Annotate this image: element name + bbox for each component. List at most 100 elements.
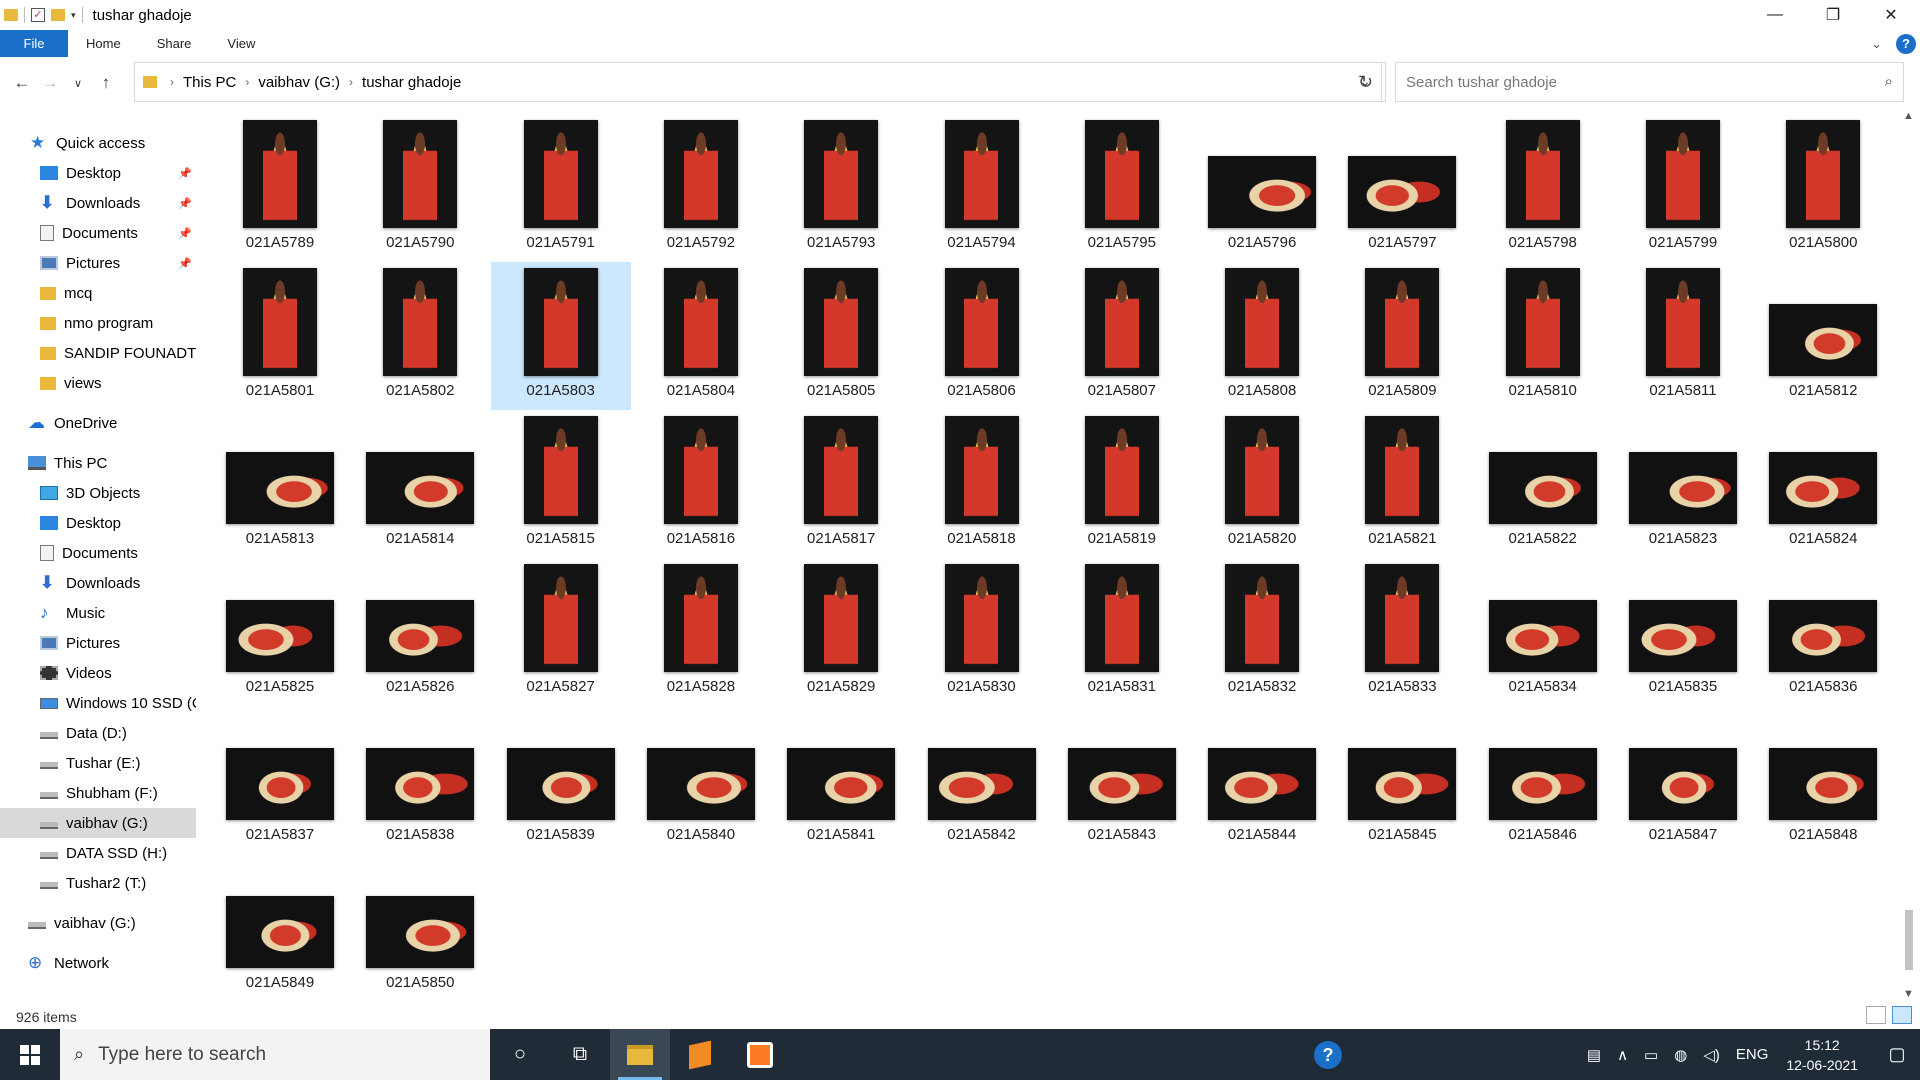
tab-view[interactable]: View [209, 30, 273, 57]
file-item[interactable]: 021A5815 [491, 410, 631, 558]
file-item[interactable]: 021A5810 [1473, 262, 1613, 410]
file-item[interactable]: 021A5809 [1332, 262, 1472, 410]
chevron-right-icon[interactable]: › [346, 75, 356, 89]
language-indicator[interactable]: ENG [1728, 1046, 1777, 1063]
file-item[interactable]: 021A5833 [1332, 558, 1472, 706]
file-item[interactable]: 021A5831 [1052, 558, 1192, 706]
file-item[interactable]: 021A5794 [912, 114, 1052, 262]
get-help-taskbar-button[interactable]: ? [1298, 1029, 1358, 1080]
file-item[interactable]: 021A5839 [491, 706, 631, 854]
file-explorer-taskbar-button[interactable] [610, 1029, 670, 1080]
chevron-right-icon[interactable]: › [242, 75, 252, 89]
sidebar-item[interactable]: Windows 10 SSD (C [0, 688, 196, 718]
file-item[interactable]: 021A5830 [912, 558, 1052, 706]
recent-locations-icon[interactable]: ∨ [64, 77, 92, 90]
tab-share[interactable]: Share [139, 30, 210, 57]
file-item[interactable]: 021A5841 [771, 706, 911, 854]
sidebar-item[interactable]: vaibhav (G:) [0, 908, 196, 938]
file-item[interactable]: 021A5792 [631, 114, 771, 262]
sidebar-item[interactable]: ⬇ Downloads [0, 568, 196, 598]
sidebar-item[interactable]: Shubham (F:) [0, 778, 196, 808]
file-item[interactable]: 021A5842 [912, 706, 1052, 854]
file-item[interactable]: 021A5790 [350, 114, 490, 262]
close-button[interactable]: ✕ [1862, 0, 1920, 30]
sidebar-item[interactable]: views [0, 368, 196, 398]
file-item[interactable]: 021A5791 [491, 114, 631, 262]
start-button[interactable] [0, 1029, 60, 1080]
file-item[interactable]: 021A5825 [210, 558, 350, 706]
file-item[interactable]: 021A5800 [1753, 114, 1893, 262]
notification-icon[interactable]: ▢ [1874, 1029, 1920, 1080]
search-input[interactable] [1406, 73, 1846, 91]
file-item[interactable]: 021A5821 [1332, 410, 1472, 558]
file-item[interactable]: 021A5818 [912, 410, 1052, 558]
sidebar-item[interactable]: Tushar (E:) [0, 748, 196, 778]
file-item[interactable]: 021A5823 [1613, 410, 1753, 558]
file-item[interactable]: 021A5796 [1192, 114, 1332, 262]
sidebar-item[interactable]: ⊕ Network [0, 948, 196, 978]
address-bar[interactable]: › This PC › vaibhav (G:) › tushar ghadoj… [134, 62, 1382, 102]
back-arrow-icon[interactable]: ← [8, 73, 36, 93]
file-item[interactable]: 021A5847 [1613, 706, 1753, 854]
file-item[interactable]: 021A5840 [631, 706, 771, 854]
tab-home[interactable]: Home [68, 30, 139, 57]
file-item[interactable]: 021A5808 [1192, 262, 1332, 410]
sidebar-item[interactable]: vaibhav (G:) [0, 808, 196, 838]
file-item[interactable]: 021A5828 [631, 558, 771, 706]
refresh-button[interactable]: ↻ [1346, 62, 1386, 102]
file-item[interactable]: 021A5805 [771, 262, 911, 410]
file-item[interactable]: 021A5849 [210, 854, 350, 1002]
file-item[interactable]: 021A5797 [1332, 114, 1472, 262]
sidebar-item[interactable]: nmo program [0, 308, 196, 338]
file-item[interactable]: 021A5834 [1473, 558, 1613, 706]
file-item[interactable]: 021A5811 [1613, 262, 1753, 410]
file-item[interactable]: 021A5789 [210, 114, 350, 262]
file-item[interactable]: 021A5837 [210, 706, 350, 854]
file-item[interactable]: 021A5846 [1473, 706, 1613, 854]
file-item[interactable]: 021A5807 [1052, 262, 1192, 410]
large-icons-view-icon[interactable] [1892, 1006, 1912, 1024]
battery-icon[interactable]: ▭ [1636, 1046, 1666, 1064]
file-item[interactable]: 021A5826 [350, 558, 490, 706]
breadcrumb-folder[interactable]: tushar ghadoje [356, 74, 467, 91]
file-item[interactable]: 021A5845 [1332, 706, 1472, 854]
search-icon[interactable]: ⌕ [1885, 73, 1893, 90]
sidebar-item[interactable]: Documents 📌 [0, 218, 196, 248]
file-item[interactable]: 021A5836 [1753, 558, 1893, 706]
file-item[interactable]: 021A5803 [490, 262, 631, 410]
file-item[interactable]: 021A5843 [1052, 706, 1192, 854]
file-item[interactable]: 021A5850 [350, 854, 490, 1002]
task-view-button[interactable]: ⧉ [550, 1029, 610, 1080]
file-item[interactable]: 021A5822 [1473, 410, 1613, 558]
search-box[interactable]: ⌕ [1395, 62, 1904, 102]
forward-arrow-icon[interactable]: → [36, 73, 64, 93]
volume-icon[interactable]: ◁) [1695, 1046, 1728, 1064]
chevron-up-icon[interactable]: ∧ [1609, 1046, 1636, 1064]
xampp-taskbar-button[interactable] [730, 1029, 790, 1080]
chevron-right-icon[interactable]: › [167, 75, 177, 89]
file-item[interactable]: 021A5824 [1753, 410, 1893, 558]
file-item[interactable]: 021A5806 [912, 262, 1052, 410]
sidebar-item[interactable]: ♪ Music [0, 598, 196, 628]
tab-file[interactable]: File [0, 30, 68, 57]
file-item[interactable]: 021A5835 [1613, 558, 1753, 706]
file-item[interactable]: 021A5816 [631, 410, 771, 558]
minimize-button[interactable]: — [1746, 0, 1804, 30]
file-item[interactable]: 021A5819 [1052, 410, 1192, 558]
sidebar-item[interactable]: SANDIP FOUNADTIO [0, 338, 196, 368]
file-item[interactable]: 021A5804 [631, 262, 771, 410]
scroll-down-icon[interactable]: ▼ [1903, 988, 1914, 1000]
expand-ribbon-icon[interactable]: ⌄ [1871, 36, 1882, 52]
file-item[interactable]: 021A5799 [1613, 114, 1753, 262]
sidebar-item[interactable]: ★ Quick access [0, 128, 196, 158]
file-item[interactable]: 021A5798 [1473, 114, 1613, 262]
new-folder-icon[interactable] [51, 9, 65, 21]
file-item[interactable]: 021A5838 [350, 706, 490, 854]
sidebar-item[interactable]: Data (D:) [0, 718, 196, 748]
sidebar-item[interactable]: DATA SSD (H:) [0, 838, 196, 868]
sidebar-item[interactable]: Documents [0, 538, 196, 568]
file-item[interactable]: 021A5827 [491, 558, 631, 706]
file-item[interactable]: 021A5832 [1192, 558, 1332, 706]
sidebar-item[interactable]: Pictures 📌 [0, 248, 196, 278]
breadcrumb-this-pc[interactable]: This PC [177, 74, 242, 91]
